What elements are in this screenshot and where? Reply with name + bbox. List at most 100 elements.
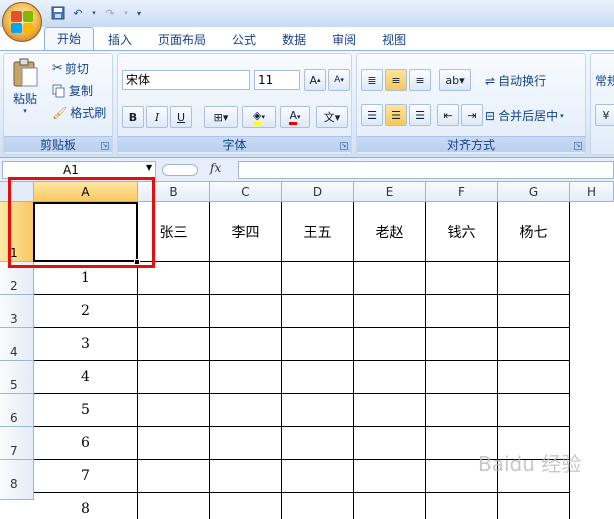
font-size-select[interactable]: 11	[254, 70, 300, 90]
cell-a8[interactable]: 7	[34, 460, 138, 493]
cell-b9[interactable]	[138, 493, 210, 519]
cell-d1[interactable]: 王五	[282, 202, 354, 262]
redo-icon[interactable]: ↷	[102, 5, 118, 21]
cell-e8[interactable]	[354, 460, 426, 493]
insert-function-icon[interactable]: fx	[210, 161, 221, 175]
tab-formulas[interactable]: 公式	[220, 29, 268, 51]
phonetic-button[interactable]: 文▾	[316, 106, 348, 128]
cell-b3[interactable]	[138, 295, 210, 328]
cell-f3[interactable]	[426, 295, 498, 328]
cell-b5[interactable]	[138, 361, 210, 394]
cell-e4[interactable]	[354, 328, 426, 361]
fill-color-button[interactable]: ◈ ▾	[242, 106, 276, 128]
cell-c8[interactable]	[210, 460, 282, 493]
merge-dropdown-icon[interactable]: ▾	[560, 112, 564, 120]
cell-g3[interactable]	[498, 295, 570, 328]
cell-g4[interactable]	[498, 328, 570, 361]
cell-e7[interactable]	[354, 427, 426, 460]
cell-a7[interactable]: 6	[34, 427, 138, 460]
cell-d8[interactable]	[282, 460, 354, 493]
cell-a5[interactable]: 4	[34, 361, 138, 394]
redo-dropdown-icon[interactable]: ▾	[122, 5, 130, 21]
cell-f2[interactable]	[426, 262, 498, 295]
cell-d4[interactable]	[282, 328, 354, 361]
cell-a9[interactable]: 8	[34, 493, 138, 519]
merge-center-button[interactable]: ⊟ 合并后居中 ▾	[485, 107, 564, 124]
align-center-button[interactable]: ☰	[385, 104, 407, 126]
cell-e3[interactable]	[354, 295, 426, 328]
orientation-button[interactable]: ab▾	[439, 69, 471, 91]
paste-dropdown-icon[interactable]: ▾	[23, 107, 27, 115]
cell-c7[interactable]	[210, 427, 282, 460]
tab-data[interactable]: 数据	[270, 29, 318, 51]
cell-d5[interactable]	[282, 361, 354, 394]
undo-icon[interactable]: ↶	[70, 5, 86, 21]
cell-d6[interactable]	[282, 394, 354, 427]
format-painter-button[interactable]: 🖌 格式刷	[52, 104, 106, 121]
customize-qat-icon[interactable]: ▾	[134, 5, 144, 21]
column-header-g[interactable]: G	[498, 182, 570, 202]
cell-d7[interactable]	[282, 427, 354, 460]
row-header-4[interactable]: 4	[0, 328, 34, 361]
column-header-c[interactable]: C	[210, 182, 282, 202]
paste-button[interactable]: 粘贴 ▾	[8, 58, 42, 130]
cell-b4[interactable]	[138, 328, 210, 361]
cell-g9[interactable]	[498, 493, 570, 519]
cell-d9[interactable]	[282, 493, 354, 519]
column-header-d[interactable]: D	[282, 182, 354, 202]
cell-c4[interactable]	[210, 328, 282, 361]
cell-g1[interactable]: 杨七	[498, 202, 570, 262]
cell-d2[interactable]	[282, 262, 354, 295]
tab-review[interactable]: 审阅	[320, 29, 368, 51]
font-color-button[interactable]: A ▾	[280, 106, 310, 128]
align-left-button[interactable]: ☰	[361, 104, 383, 126]
cell-c6[interactable]	[210, 394, 282, 427]
cell-f1[interactable]: 钱六	[426, 202, 498, 262]
cell-f9[interactable]	[426, 493, 498, 519]
column-header-e[interactable]: E	[354, 182, 426, 202]
tab-page-layout[interactable]: 页面布局	[146, 29, 218, 51]
cell-a6[interactable]: 5	[34, 394, 138, 427]
number-format-select[interactable]: 常规	[595, 72, 614, 89]
cell-e9[interactable]	[354, 493, 426, 519]
tab-insert[interactable]: 插入	[96, 29, 144, 51]
cell-a4[interactable]: 3	[34, 328, 138, 361]
alignment-launcher-icon[interactable]: ↘	[574, 142, 582, 150]
font-launcher-icon[interactable]: ↘	[340, 142, 348, 150]
cell-c5[interactable]	[210, 361, 282, 394]
cell-a3[interactable]: 2	[34, 295, 138, 328]
cell-c3[interactable]	[210, 295, 282, 328]
tab-view[interactable]: 视图	[370, 29, 418, 51]
cell-g5[interactable]	[498, 361, 570, 394]
increase-indent-button[interactable]: ⇥	[461, 104, 483, 126]
border-button[interactable]: ⊞▾	[204, 106, 238, 128]
accounting-format-button[interactable]: ¥	[595, 104, 614, 126]
cell-g6[interactable]	[498, 394, 570, 427]
column-header-f[interactable]: F	[426, 182, 498, 202]
cell-e6[interactable]	[354, 394, 426, 427]
cell-e5[interactable]	[354, 361, 426, 394]
row-header-7[interactable]: 7	[0, 427, 34, 460]
cell-f5[interactable]	[426, 361, 498, 394]
font-name-select[interactable]: 宋体	[122, 70, 250, 90]
align-bottom-button[interactable]: ≡	[409, 69, 431, 91]
italic-button[interactable]: I	[146, 106, 168, 128]
formula-bar-handle[interactable]	[162, 164, 198, 176]
row-header-3[interactable]: 3	[0, 295, 34, 328]
formula-input[interactable]	[238, 161, 614, 179]
undo-dropdown-icon[interactable]: ▾	[90, 5, 98, 21]
row-header-6[interactable]: 6	[0, 394, 34, 427]
cell-e1[interactable]: 老赵	[354, 202, 426, 262]
decrease-indent-button[interactable]: ⇤	[437, 104, 459, 126]
shrink-font-button[interactable]: A ▾	[328, 69, 350, 91]
office-button[interactable]	[2, 2, 42, 42]
cell-c2[interactable]	[210, 262, 282, 295]
clipboard-launcher-icon[interactable]: ↘	[101, 142, 109, 150]
align-top-button[interactable]: ≣	[361, 69, 383, 91]
column-header-h[interactable]: H	[570, 182, 614, 202]
name-box-dropdown-icon[interactable]: ▼	[146, 163, 152, 172]
underline-button[interactable]: U	[170, 106, 192, 128]
cell-f6[interactable]	[426, 394, 498, 427]
cell-b7[interactable]	[138, 427, 210, 460]
grow-font-button[interactable]: A ▴	[304, 69, 326, 91]
